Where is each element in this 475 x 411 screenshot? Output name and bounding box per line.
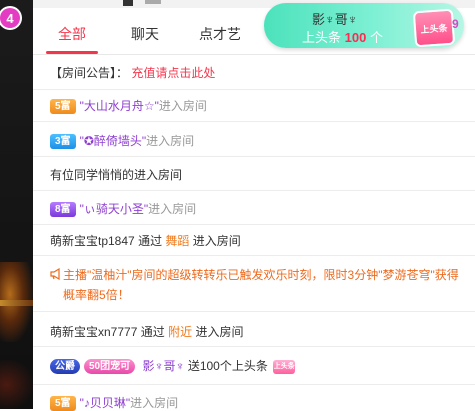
user-nickname[interactable]: 影♆哥♆ xyxy=(142,359,184,373)
headline-gift-icon: 上头条 xyxy=(412,8,456,48)
wealth-level-badge: 8富 xyxy=(50,202,76,218)
entry-via: 通过 xyxy=(138,234,163,248)
headline-banner[interactable]: 影♆哥♆ 上头条 100 个 上头条 9 xyxy=(264,3,464,48)
stream-preview-decoration-bottom xyxy=(0,360,33,409)
banner-info: 上头条 100 个 xyxy=(302,27,383,46)
noble-badge: 公爵 xyxy=(50,359,80,375)
list-item: 有位同学悄悄的进入房间 xyxy=(33,156,475,191)
notification-badge[interactable]: 4 xyxy=(0,8,20,28)
user-nickname[interactable]: "✪醉倚墙头" xyxy=(80,134,147,148)
announcement-label: 【房间公告】： xyxy=(50,66,129,80)
megaphone-icon xyxy=(50,268,60,280)
entry-action: 进入房间 xyxy=(195,325,244,339)
stream-preview-decoration-line xyxy=(0,300,33,306)
anonymous-entry-text: 有位同学悄悄的进入房间 xyxy=(50,168,183,182)
banner-user-name: 影♆哥♆ xyxy=(312,12,358,27)
entry-source[interactable]: 附近 xyxy=(168,325,192,339)
tab-chat[interactable]: 聊天 xyxy=(131,24,159,44)
entry-action: 进入房间 xyxy=(192,234,241,248)
user-nickname[interactable]: 萌新宝宝xn7777 xyxy=(50,325,137,339)
active-tab-indicator xyxy=(46,51,98,54)
entry-action: 进入房间 xyxy=(148,202,197,216)
entry-via: 通过 xyxy=(140,325,165,339)
toolbar-mark xyxy=(123,0,133,6)
list-item: 公爵 50团宠可 影♆哥♆ 送100个上头条 上头条 xyxy=(33,346,475,385)
entry-action: 进入房间 xyxy=(130,396,179,410)
banner-info-prefix: 上头条 xyxy=(302,30,342,45)
banner-count-fragment: 9 xyxy=(452,17,459,31)
gift-action: 送100个上头条 xyxy=(187,359,268,373)
entry-source[interactable]: 舞蹈 xyxy=(165,234,189,248)
user-nickname[interactable]: "♪贝贝琳" xyxy=(80,396,131,410)
promo-text: 主播"温柚汁"房间的超级转转乐已触发欢乐时刻，限时3分钟"梦游苍穹"获得概率翻5… xyxy=(63,268,459,302)
promo-broadcast: 主播"温柚汁"房间的超级转转乐已触发欢乐时刻，限时3分钟"梦游苍穹"获得概率翻5… xyxy=(33,255,475,312)
banner-info-count: 100 xyxy=(344,30,367,45)
list-item: 萌新宝宝tp1847 通过 舞蹈 进入房间 xyxy=(33,224,475,256)
user-nickname[interactable]: 萌新宝宝tp1847 xyxy=(50,234,135,248)
headline-gift-icon: 上头条 xyxy=(273,359,296,374)
list-item: 5富 "♪贝贝琳"进入房间 xyxy=(33,384,475,411)
toolbar-mark xyxy=(145,0,161,4)
list-item: 3富 "✪醉倚墙头"进入房间 xyxy=(33,122,475,157)
recharge-link[interactable]: 充值请点击此处 xyxy=(131,66,215,80)
user-nickname[interactable]: "大山水月舟☆" xyxy=(80,99,159,113)
list-item: 5富 "大山水月舟☆"进入房间 xyxy=(33,89,475,122)
list-item: 8富 "ぃ骑天小圣"进入房间 xyxy=(33,190,475,225)
entry-action: 进入房间 xyxy=(158,99,207,113)
tab-talent-request[interactable]: 点才艺 xyxy=(199,24,241,44)
fan-group-badge: 50团宠可 xyxy=(84,359,136,375)
room-announcement: 【房间公告】： 充值请点击此处 xyxy=(33,55,475,90)
list-item: 萌新宝宝xn7777 通过 附近 进入房间 xyxy=(33,312,475,347)
left-video-strip: 4 xyxy=(0,0,33,409)
wealth-level-badge: 5富 xyxy=(50,99,76,115)
user-nickname[interactable]: "ぃ骑天小圣" xyxy=(80,202,149,216)
entry-action: 进入房间 xyxy=(146,134,195,148)
wealth-level-badge: 3富 xyxy=(50,134,76,150)
banner-info-suffix: 个 xyxy=(369,30,383,45)
tab-all[interactable]: 全部 xyxy=(58,24,86,44)
